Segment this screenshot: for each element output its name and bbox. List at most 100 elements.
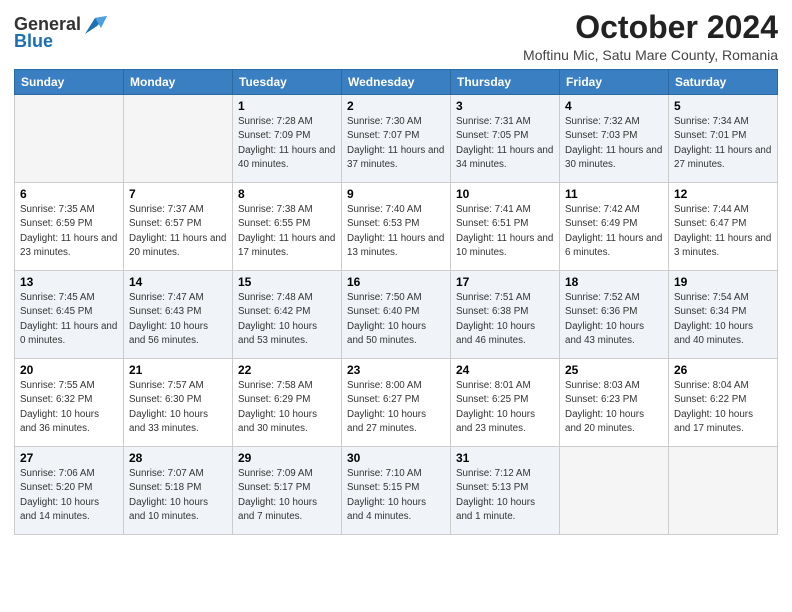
- day-number: 3: [456, 99, 554, 113]
- day-info: Sunrise: 7:37 AMSunset: 6:57 PMDaylight:…: [129, 203, 227, 260]
- day-info: Sunrise: 7:38 AMSunset: 6:55 PMDaylight:…: [238, 203, 336, 260]
- day-info: Sunrise: 7:55 AMSunset: 6:32 PMDaylight:…: [20, 379, 118, 436]
- calendar-cell: 8Sunrise: 7:38 AMSunset: 6:55 PMDaylight…: [233, 183, 342, 271]
- calendar-cell: 19Sunrise: 7:54 AMSunset: 6:34 PMDayligh…: [669, 271, 778, 359]
- day-info: Sunrise: 7:42 AMSunset: 6:49 PMDaylight:…: [565, 203, 663, 260]
- week-row-3: 13 Sunrise: 7:45 AMSunset: 6:45 PMDayligh…: [15, 271, 778, 359]
- day-number: 11: [565, 187, 663, 201]
- day-info: Sunrise: 7:45 AMSunset: 6:45 PMDaylight:…: [20, 291, 118, 348]
- weekday-header-thursday: Thursday: [451, 70, 560, 95]
- calendar-cell: 15 Sunrise: 7:48 AMSunset: 6:42 PMDayligh…: [233, 271, 342, 359]
- calendar-cell: 6Sunrise: 7:35 AMSunset: 6:59 PMDaylight…: [15, 183, 124, 271]
- day-info: Sunrise: 7:40 AMSunset: 6:53 PMDaylight:…: [347, 203, 445, 260]
- day-number: 21: [129, 363, 227, 377]
- weekday-header-wednesday: Wednesday: [342, 70, 451, 95]
- calendar-cell: 11 Sunrise: 7:42 AMSunset: 6:49 PMDayligh…: [560, 183, 669, 271]
- weekday-header-saturday: Saturday: [669, 70, 778, 95]
- day-number: 22: [238, 363, 336, 377]
- day-number: 25: [565, 363, 663, 377]
- day-info: Sunrise: 7:50 AMSunset: 6:40 PMDaylight:…: [347, 291, 445, 348]
- page: General Blue October 2024 Moftinu Mic, S…: [0, 0, 792, 612]
- weekday-header-monday: Monday: [124, 70, 233, 95]
- weekday-header-tuesday: Tuesday: [233, 70, 342, 95]
- calendar-cell: 10Sunrise: 7:41 AMSunset: 6:51 PMDayligh…: [451, 183, 560, 271]
- day-info: Sunrise: 7:06 AMSunset: 5:20 PMDaylight:…: [20, 467, 118, 524]
- calendar-cell: 18Sunrise: 7:52 AMSunset: 6:36 PMDayligh…: [560, 271, 669, 359]
- calendar-cell: 12 Sunrise: 7:44 AMSunset: 6:47 PMDayligh…: [669, 183, 778, 271]
- calendar-cell: [560, 447, 669, 535]
- calendar-cell: 14 Sunrise: 7:47 AMSunset: 6:43 PMDayligh…: [124, 271, 233, 359]
- day-number: 6: [20, 187, 118, 201]
- day-info: Sunrise: 7:58 AMSunset: 6:29 PMDaylight:…: [238, 379, 336, 436]
- calendar-cell: 20 Sunrise: 7:55 AMSunset: 6:32 PMDayligh…: [15, 359, 124, 447]
- week-row-2: 6Sunrise: 7:35 AMSunset: 6:59 PMDaylight…: [15, 183, 778, 271]
- day-info: Sunrise: 8:00 AMSunset: 6:27 PMDaylight:…: [347, 379, 445, 436]
- day-info: Sunrise: 7:31 AMSunset: 7:05 PMDaylight:…: [456, 115, 554, 172]
- day-number: 20: [20, 363, 118, 377]
- calendar-cell: 24 Sunrise: 8:01 AMSunset: 6:25 PMDayligh…: [451, 359, 560, 447]
- day-number: 10: [456, 187, 554, 201]
- day-number: 19: [674, 275, 772, 289]
- calendar-cell: 22 Sunrise: 7:58 AMSunset: 6:29 PMDayligh…: [233, 359, 342, 447]
- day-info: Sunrise: 7:44 AMSunset: 6:47 PMDaylight:…: [674, 203, 772, 260]
- calendar-cell: 29Sunrise: 7:09 AMSunset: 5:17 PMDayligh…: [233, 447, 342, 535]
- day-info: Sunrise: 7:48 AMSunset: 6:42 PMDaylight:…: [238, 291, 336, 348]
- weekday-header-friday: Friday: [560, 70, 669, 95]
- day-info: Sunrise: 7:47 AMSunset: 6:43 PMDaylight:…: [129, 291, 227, 348]
- logo: General Blue: [14, 14, 107, 52]
- logo-blue-text: Blue: [14, 31, 53, 52]
- calendar-cell: [669, 447, 778, 535]
- calendar-cell: 9 Sunrise: 7:40 AMSunset: 6:53 PMDaylight…: [342, 183, 451, 271]
- day-number: 2: [347, 99, 445, 113]
- day-number: 23: [347, 363, 445, 377]
- calendar-cell: 4 Sunrise: 7:32 AMSunset: 7:03 PMDaylight…: [560, 95, 669, 183]
- title-block: October 2024 Moftinu Mic, Satu Mare Coun…: [523, 10, 778, 63]
- week-row-5: 27 Sunrise: 7:06 AMSunset: 5:20 PMDayligh…: [15, 447, 778, 535]
- calendar-cell: 7 Sunrise: 7:37 AMSunset: 6:57 PMDaylight…: [124, 183, 233, 271]
- header: General Blue October 2024 Moftinu Mic, S…: [14, 10, 778, 63]
- day-number: 12: [674, 187, 772, 201]
- calendar-cell: 1Sunrise: 7:28 AMSunset: 7:09 PMDaylight…: [233, 95, 342, 183]
- day-number: 14: [129, 275, 227, 289]
- day-info: Sunrise: 8:04 AMSunset: 6:22 PMDaylight:…: [674, 379, 772, 436]
- day-number: 4: [565, 99, 663, 113]
- day-number: 9: [347, 187, 445, 201]
- calendar-cell: 21Sunrise: 7:57 AMSunset: 6:30 PMDayligh…: [124, 359, 233, 447]
- day-number: 28: [129, 451, 227, 465]
- day-info: Sunrise: 7:32 AMSunset: 7:03 PMDaylight:…: [565, 115, 663, 172]
- day-info: Sunrise: 8:01 AMSunset: 6:25 PMDaylight:…: [456, 379, 554, 436]
- calendar-cell: 28 Sunrise: 7:07 AMSunset: 5:18 PMDayligh…: [124, 447, 233, 535]
- day-number: 27: [20, 451, 118, 465]
- location-title: Moftinu Mic, Satu Mare County, Romania: [523, 47, 778, 63]
- day-number: 15: [238, 275, 336, 289]
- day-info: Sunrise: 7:07 AMSunset: 5:18 PMDaylight:…: [129, 467, 227, 524]
- day-info: Sunrise: 7:52 AMSunset: 6:36 PMDaylight:…: [565, 291, 663, 348]
- day-number: 24: [456, 363, 554, 377]
- day-info: Sunrise: 7:34 AMSunset: 7:01 PMDaylight:…: [674, 115, 772, 172]
- weekday-header-row: SundayMondayTuesdayWednesdayThursdayFrid…: [15, 70, 778, 95]
- calendar-cell: 3 Sunrise: 7:31 AMSunset: 7:05 PMDaylight…: [451, 95, 560, 183]
- calendar-cell: 27 Sunrise: 7:06 AMSunset: 5:20 PMDayligh…: [15, 447, 124, 535]
- calendar-cell: [124, 95, 233, 183]
- day-info: Sunrise: 7:51 AMSunset: 6:38 PMDaylight:…: [456, 291, 554, 348]
- calendar-cell: 25Sunrise: 8:03 AMSunset: 6:23 PMDayligh…: [560, 359, 669, 447]
- calendar-cell: 26 Sunrise: 8:04 AMSunset: 6:22 PMDayligh…: [669, 359, 778, 447]
- calendar-cell: 23 Sunrise: 8:00 AMSunset: 6:27 PMDayligh…: [342, 359, 451, 447]
- logo-bird-icon: [85, 16, 107, 34]
- week-row-1: 1Sunrise: 7:28 AMSunset: 7:09 PMDaylight…: [15, 95, 778, 183]
- day-number: 26: [674, 363, 772, 377]
- calendar-cell: 31Sunrise: 7:12 AMSunset: 5:13 PMDayligh…: [451, 447, 560, 535]
- calendar-cell: 5 Sunrise: 7:34 AMSunset: 7:01 PMDaylight…: [669, 95, 778, 183]
- week-row-4: 20 Sunrise: 7:55 AMSunset: 6:32 PMDayligh…: [15, 359, 778, 447]
- day-number: 17: [456, 275, 554, 289]
- calendar-cell: 30 Sunrise: 7:10 AMSunset: 5:15 PMDayligh…: [342, 447, 451, 535]
- day-number: 7: [129, 187, 227, 201]
- month-title: October 2024: [523, 10, 778, 45]
- day-number: 5: [674, 99, 772, 113]
- day-number: 31: [456, 451, 554, 465]
- day-info: Sunrise: 7:10 AMSunset: 5:15 PMDaylight:…: [347, 467, 445, 524]
- calendar-table: SundayMondayTuesdayWednesdayThursdayFrid…: [14, 69, 778, 535]
- calendar-cell: 2Sunrise: 7:30 AMSunset: 7:07 PMDaylight…: [342, 95, 451, 183]
- day-number: 30: [347, 451, 445, 465]
- day-number: 13: [20, 275, 118, 289]
